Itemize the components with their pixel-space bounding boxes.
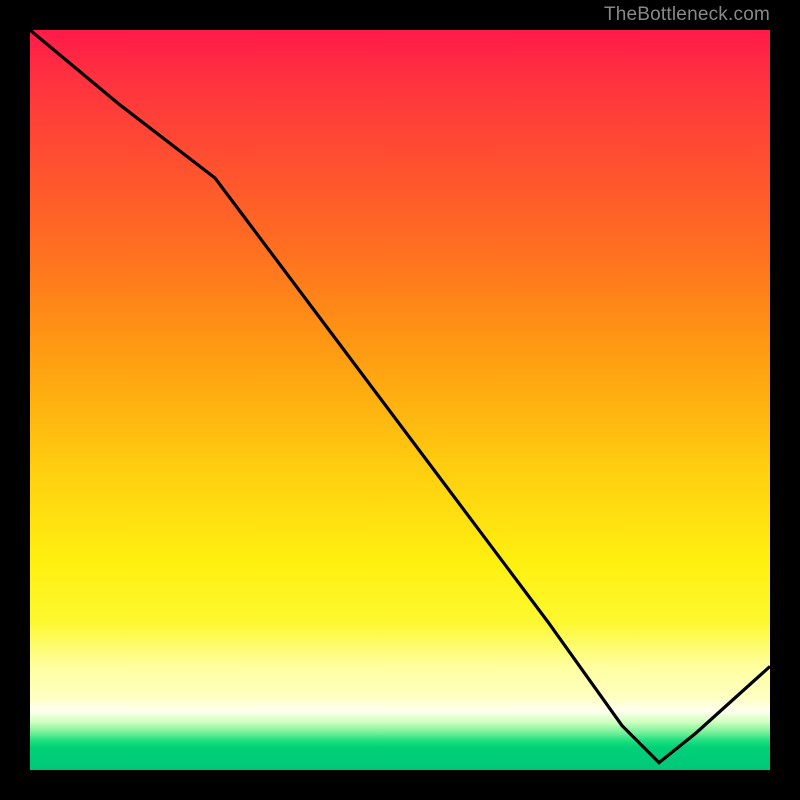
bottleneck-curve <box>30 30 770 763</box>
chart-line-layer <box>30 30 770 770</box>
plot-area <box>30 30 770 770</box>
chart-container: TheBottleneck.com <box>0 0 800 800</box>
watermark-text: TheBottleneck.com <box>604 4 770 26</box>
